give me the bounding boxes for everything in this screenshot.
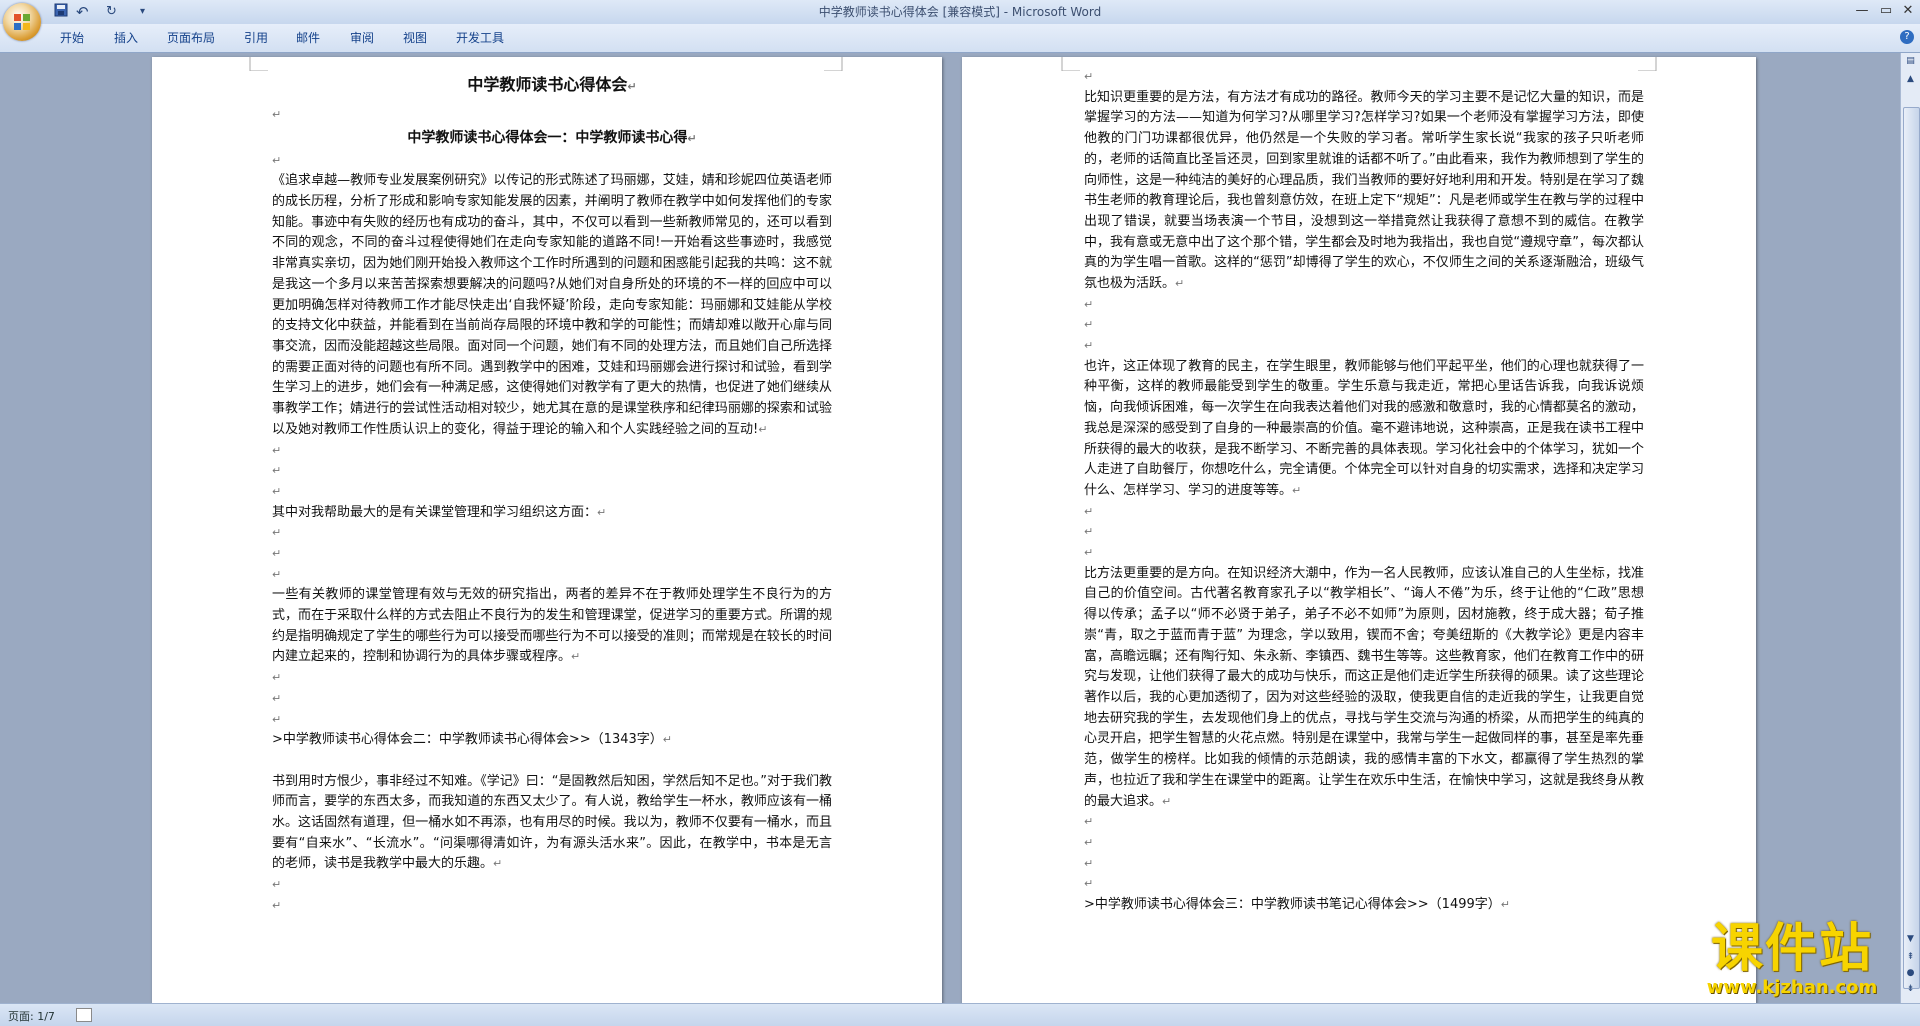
paragraph: 比知识更重要的是方法，有方法才有成功的路径。教师今天的学习主要不是记忆大量的知识… bbox=[1084, 89, 1644, 292]
margin-corner-mark bbox=[1061, 57, 1080, 71]
tab-mailings[interactable]: 邮件 bbox=[296, 29, 320, 46]
page-2-text[interactable]: ↵ 比知识更重要的是方法，有方法才有成功的路径。教师今天的学习主要不是记忆大量的… bbox=[1084, 67, 1644, 916]
document-subtitle: 中学教师读书心得体会一：中学教师读书心得↵ bbox=[407, 129, 697, 146]
window-title: 中学教师读书心得体会 [兼容模式] - Microsoft Word bbox=[818, 5, 1102, 19]
scroll-up-icon[interactable]: ▲ bbox=[1903, 73, 1918, 86]
close-button[interactable]: ✕ bbox=[1894, 0, 1920, 22]
title-bar: ↶ ↻ ▾ 中学教师读书心得体会 [兼容模式] - Microsoft Word… bbox=[0, 0, 1920, 24]
margin-corner-mark bbox=[249, 57, 268, 71]
tab-page-layout[interactable]: 页面布局 bbox=[167, 29, 215, 46]
help-icon[interactable]: ? bbox=[1900, 30, 1914, 44]
tab-developer[interactable]: 开发工具 bbox=[456, 29, 504, 46]
tab-insert[interactable]: 插入 bbox=[114, 29, 138, 46]
tab-view[interactable]: 视图 bbox=[403, 29, 427, 46]
document-page-2: ↵ 比知识更重要的是方法，有方法才有成功的路径。教师今天的学习主要不是记忆大量的… bbox=[962, 57, 1756, 1003]
tab-home[interactable]: 开始 bbox=[60, 29, 84, 46]
vertical-scrollbar[interactable]: ▤ ▲ ▼ ⇞ ● ⇟ bbox=[1900, 53, 1920, 1003]
paragraph: 书到用时方恨少，事非经过不知难。《学记》曰：“是固教然后知困，学然后知不足也。”… bbox=[272, 773, 832, 872]
status-bar: 页面: 1/7 bbox=[0, 1003, 1920, 1026]
scrollbar-thumb[interactable] bbox=[1903, 107, 1920, 989]
proofing-icon[interactable] bbox=[76, 1008, 92, 1022]
ruler-toggle-icon[interactable]: ▤ bbox=[1903, 55, 1918, 68]
ribbon-tab-bar: 开始 插入 页面布局 引用 邮件 审阅 视图 开发工具 ? bbox=[0, 24, 1920, 53]
paragraph: 其中对我帮助最大的是有关课堂管理和学习组织这方面：↵ bbox=[272, 504, 607, 520]
paragraph: 《追求卓越—教师专业发展案例研究》以传记的形式陈述了玛丽娜，艾娃，婧和珍妮四位英… bbox=[272, 173, 832, 437]
watermark-logo: 课件站 www.kjzhan.com bbox=[1706, 919, 1878, 998]
document-workspace: 中学教师读书心得体会↵ ↵ 中学教师读书心得体会一：中学教师读书心得↵ ↵ 《追… bbox=[0, 53, 1900, 1003]
paragraph: 比方法更重要的是方向。在知识经济大潮中，作为一名人民教师，应该认准自己的人生坐标… bbox=[1084, 565, 1644, 809]
tab-references[interactable]: 引用 bbox=[244, 29, 268, 46]
office-logo-icon bbox=[14, 14, 30, 30]
document-title: 中学教师读书心得体会↵ bbox=[467, 75, 637, 94]
paragraph-link-line: >中学教师读书心得体会三：中学教师读书笔记心得体会>>（1499字）↵ bbox=[1084, 896, 1510, 912]
tab-review[interactable]: 审阅 bbox=[350, 29, 374, 46]
page-1-text[interactable]: 中学教师读书心得体会↵ ↵ 中学教师读书心得体会一：中学教师读书心得↵ ↵ 《追… bbox=[272, 67, 832, 917]
paragraph-link-line: >中学教师读书心得体会二：中学教师读书心得体会>>（1343字）↵ bbox=[272, 732, 672, 748]
paragraph: 也许，这正体现了教育的民主，在学生眼里，教师能够与他们平起平坐，他们的心理也就获… bbox=[1084, 358, 1644, 498]
office-button[interactable] bbox=[3, 3, 41, 41]
paragraph: 一些有关教师的课堂管理有效与无效的研究指出，两者的差异不在于教师处理学生不良行为… bbox=[272, 587, 832, 665]
page-count-status[interactable]: 页面: 1/7 bbox=[8, 1008, 55, 1024]
document-page-1: 中学教师读书心得体会↵ ↵ 中学教师读书心得体会一：中学教师读书心得↵ ↵ 《追… bbox=[152, 57, 942, 1003]
